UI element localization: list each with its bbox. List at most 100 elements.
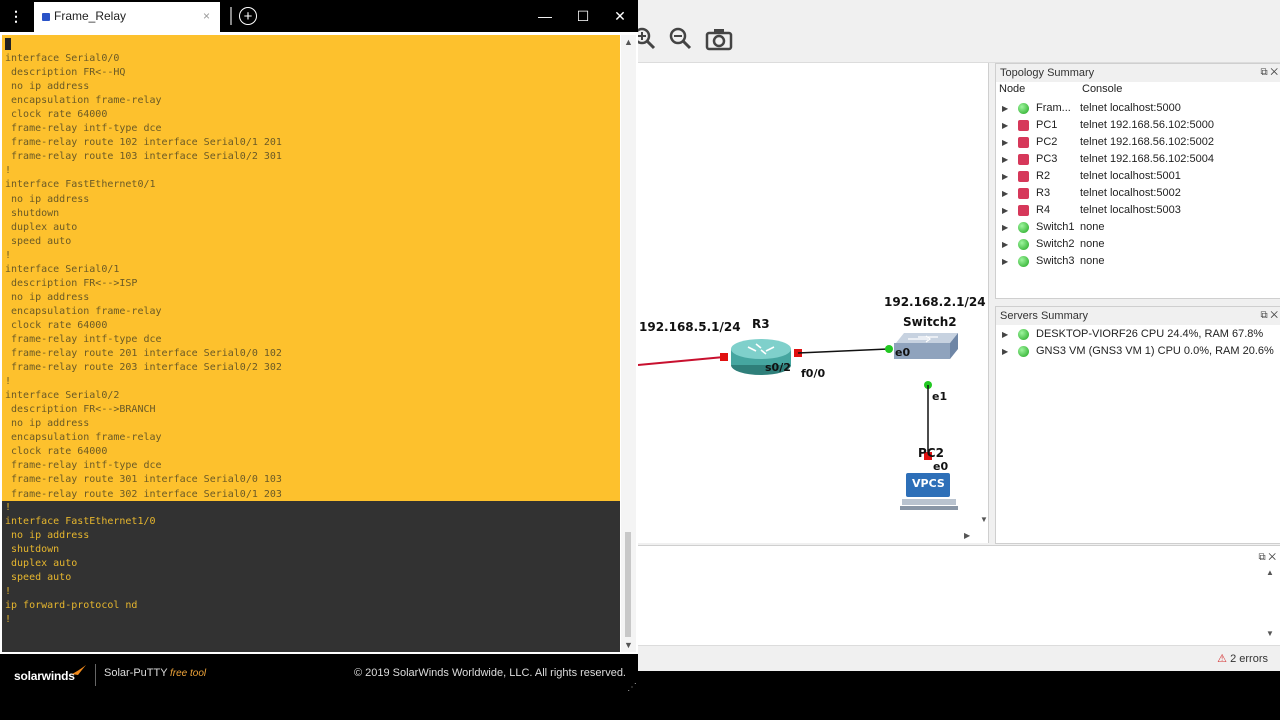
- menu-kebab-icon[interactable]: ⋮: [9, 8, 23, 24]
- port-red-r3-left: [720, 353, 728, 361]
- session-tab[interactable]: Frame_Relay ×: [34, 2, 220, 32]
- topology-node-row[interactable]: ▶ PC1 telnet 192.168.56.102:5000: [996, 117, 1276, 134]
- node-console: telnet 192.168.56.102:5004: [1080, 153, 1214, 165]
- scroll-right-arrow-icon[interactable]: ▶: [964, 531, 970, 540]
- scrollbar-thumb[interactable]: [625, 532, 631, 637]
- session-status-icon: [42, 13, 50, 21]
- node-console: telnet localhost:5001: [1080, 170, 1181, 182]
- topology-node-row[interactable]: ▶ Switch3 none: [996, 253, 1276, 270]
- add-tab-icon[interactable]: +: [239, 7, 257, 25]
- node-name: PC1: [1036, 119, 1058, 131]
- zoom-out-icon[interactable]: [666, 24, 696, 54]
- scroll-up-arrow-icon[interactable]: ▲: [624, 37, 633, 47]
- server-status-green-icon: [1018, 329, 1029, 340]
- node-stopped-icon: [1018, 205, 1029, 216]
- solar-putty-window: ⋮ Frame_Relay × + — ☐ ✕ ! interface Seri…: [0, 0, 638, 694]
- panel-float-close-icons[interactable]: ⧉ ✕: [1260, 310, 1278, 321]
- link-r3-left[interactable]: [638, 356, 725, 366]
- node-name: Switch2: [1036, 238, 1075, 250]
- r3-s02-label: s0/2: [765, 361, 791, 374]
- canvas-horizontal-scrollbar[interactable]: ▶: [638, 531, 978, 541]
- node-console: telnet localhost:5002: [1080, 187, 1181, 199]
- topology-node-row[interactable]: ▶ Switch1 none: [996, 219, 1276, 236]
- node-stopped-icon: [1018, 171, 1029, 182]
- topology-node-row[interactable]: ▶ Fram... telnet localhost:5000: [996, 100, 1276, 117]
- console-scrollbar[interactable]: ▲ ▼: [1266, 568, 1276, 638]
- maximize-button[interactable]: ☐: [573, 6, 593, 26]
- expand-arrow-icon[interactable]: ▶: [1002, 168, 1008, 185]
- expand-arrow-icon[interactable]: ▶: [1002, 253, 1008, 270]
- expand-arrow-icon[interactable]: ▶: [1002, 202, 1008, 219]
- expand-arrow-icon[interactable]: ▶: [1002, 100, 1008, 117]
- panel-float-close-icons[interactable]: ⧉ ✕: [1260, 67, 1278, 78]
- node-stopped-icon: [1018, 154, 1029, 165]
- expand-arrow-icon[interactable]: ▶: [1002, 326, 1008, 343]
- node-console: telnet 192.168.56.102:5000: [1080, 119, 1214, 131]
- product-name: Solar-PuTTY: [104, 667, 168, 679]
- solarwinds-flame-icon: [72, 665, 86, 675]
- r3-label: R3: [752, 317, 770, 331]
- canvas-vertical-scrollbar[interactable]: ▼: [980, 63, 988, 533]
- tab-close-icon[interactable]: ×: [203, 9, 210, 23]
- close-button[interactable]: ✕: [610, 6, 630, 26]
- node-name: R4: [1036, 204, 1051, 216]
- gns3-console-panel[interactable]: ⧉ ✕ ▲ ▼: [638, 545, 1280, 646]
- column-console[interactable]: Console: [1082, 83, 1122, 95]
- node-console: none: [1080, 221, 1105, 233]
- expand-arrow-icon[interactable]: ▶: [1002, 236, 1008, 253]
- expand-arrow-icon[interactable]: ▶: [1002, 117, 1008, 134]
- errors-indicator[interactable]: ⚠ 2 errors: [1217, 652, 1268, 665]
- warning-triangle-icon: ⚠: [1217, 653, 1228, 665]
- minimize-button[interactable]: —: [535, 6, 555, 26]
- expand-arrow-icon[interactable]: ▶: [1002, 151, 1008, 168]
- free-tool-label: free tool: [170, 668, 207, 679]
- putty-tab-bar: ⋮ Frame_Relay × + — ☐ ✕: [0, 0, 638, 32]
- topology-summary-panel: Topology Summary ⧉ ✕ Node Console ▶ Fram.…: [995, 63, 1280, 299]
- panel-float-close-icons[interactable]: ⧉ ✕: [1258, 552, 1276, 563]
- topology-node-row[interactable]: ▶ R3 telnet localhost:5002: [996, 185, 1276, 202]
- node-console: telnet 192.168.56.102:5002: [1080, 136, 1214, 148]
- node-stopped-icon: [1018, 188, 1029, 199]
- terminal-text-block: ! interface Serial0/0 description FR<--H…: [5, 39, 282, 500]
- r3-f00-label: f0/0: [801, 367, 826, 380]
- scroll-down-arrow-icon[interactable]: ▼: [1266, 629, 1274, 638]
- scroll-down-arrow-icon[interactable]: ▼: [980, 515, 988, 524]
- topology-node-row[interactable]: ▶ Switch2 none: [996, 236, 1276, 253]
- terminal-output-highlighted[interactable]: ! interface Serial0/0 description FR<--H…: [2, 35, 620, 501]
- scroll-up-arrow-icon[interactable]: ▲: [1266, 568, 1274, 577]
- node-console: none: [1080, 238, 1105, 250]
- port-green-switch-e0: [885, 345, 893, 353]
- terminal-output[interactable]: ! interface FastEthernet1/0 no ip addres…: [2, 501, 620, 652]
- expand-arrow-icon[interactable]: ▶: [1002, 185, 1008, 202]
- putty-footer: solarwinds Solar-PuTTY free tool © 2019 …: [0, 654, 638, 694]
- topology-node-row[interactable]: ▶ R2 telnet localhost:5001: [996, 168, 1276, 185]
- solarwinds-logo: solarwinds: [14, 669, 75, 683]
- servers-summary-panel: Servers Summary ⧉ ✕ ▶ DESKTOP-VIORF26 CP…: [995, 306, 1280, 544]
- scroll-down-arrow-icon[interactable]: ▼: [624, 640, 633, 650]
- topology-canvas[interactable]: 192.168.5.1/24 R3 s0/2 f0/0 192.168.2.1/…: [638, 63, 989, 543]
- link-r3-switch2[interactable]: [797, 348, 889, 354]
- switch2-label: Switch2: [903, 315, 957, 329]
- r3-ip-label: 192.168.5.1/24: [639, 320, 741, 334]
- pc2-label: PC2: [918, 446, 944, 460]
- switch2-e0-label: e0: [895, 346, 911, 359]
- session-tab-label: Frame_Relay: [54, 9, 127, 23]
- copyright-text: © 2019 SolarWinds Worldwide, LLC. All ri…: [353, 667, 626, 679]
- gns3-statusbar: ⚠ 2 errors: [638, 645, 1280, 671]
- expand-arrow-icon[interactable]: ▶: [1002, 343, 1008, 360]
- terminal-scrollbar[interactable]: ▲ ▼: [621, 35, 636, 652]
- pc2-e0-label: e0: [933, 460, 949, 473]
- switch2-e1-label: e1: [932, 390, 948, 403]
- topology-node-row[interactable]: ▶ PC3 telnet 192.168.56.102:5004: [996, 151, 1276, 168]
- node-stopped-icon: [1018, 137, 1029, 148]
- tab-separator: [230, 7, 232, 25]
- resize-grip-icon[interactable]: ⋰: [627, 682, 637, 693]
- topology-node-row[interactable]: ▶ R4 telnet localhost:5003: [996, 202, 1276, 219]
- topology-node-row[interactable]: ▶ PC2 telnet 192.168.56.102:5002: [996, 134, 1276, 151]
- column-node[interactable]: Node: [999, 83, 1025, 95]
- expand-arrow-icon[interactable]: ▶: [1002, 219, 1008, 236]
- node-name: PC3: [1036, 153, 1058, 165]
- node-running-icon: [1018, 256, 1029, 267]
- expand-arrow-icon[interactable]: ▶: [1002, 134, 1008, 151]
- screenshot-camera-icon[interactable]: [704, 24, 734, 54]
